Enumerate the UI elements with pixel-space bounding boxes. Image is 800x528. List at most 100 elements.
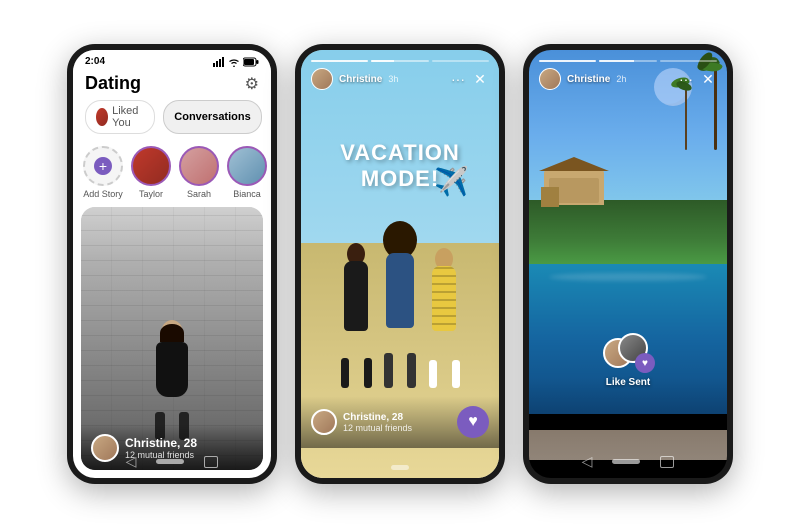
sarah-avatar xyxy=(179,146,219,186)
woman-hair xyxy=(160,324,184,342)
story-footer-2: Christine, 28 12 mutual friends ♥ xyxy=(301,396,499,448)
story-footer-text-2: Christine, 28 12 mutual friends xyxy=(343,412,412,433)
story-time-2: 3h xyxy=(388,74,398,84)
woman-2 xyxy=(379,233,421,388)
tab-conversations[interactable]: Conversations xyxy=(163,100,261,134)
taylor-avatar xyxy=(131,146,171,186)
gear-icon[interactable]: ⚙ xyxy=(245,74,259,94)
heart-icon-3: ♥ xyxy=(642,358,648,369)
woman-3 xyxy=(423,248,465,388)
story-username-3: Christine xyxy=(567,74,610,85)
taylor-label: Taylor xyxy=(139,189,163,199)
bottom-nav-1: ◁ xyxy=(73,453,271,470)
phone-3: Christine 2h ··· ✕ xyxy=(523,44,733,484)
add-story-label: Add Story xyxy=(83,189,123,199)
more-icon-3[interactable]: ··· xyxy=(679,71,693,87)
like-sent-label: Like Sent xyxy=(606,377,650,388)
vacation-text: VACATION MODE! xyxy=(301,140,499,192)
green-band-3 xyxy=(529,200,727,264)
progress-fill xyxy=(371,60,394,62)
story-footer-name-2: Christine, 28 xyxy=(343,412,412,423)
profile-card[interactable]: Christine, 28 12 mutual friends xyxy=(81,207,263,470)
recent-btn-3[interactable] xyxy=(660,456,674,468)
phone-3-screen: Christine 2h ··· ✕ xyxy=(529,50,727,478)
stories-row: + Add Story Taylor Sarah Bianca xyxy=(73,142,271,207)
app-header: Dating ⚙ xyxy=(73,69,271,100)
story-user-avatar-2 xyxy=(311,68,333,90)
status-bar-1: 2:04 xyxy=(73,50,271,69)
heart-button-2[interactable]: ♥ xyxy=(457,406,489,438)
like-sent-avatars: ♥ xyxy=(603,333,653,373)
bottom-nav-3: ◁ xyxy=(529,453,727,470)
story-fullscreen-3: Christine 2h ··· ✕ xyxy=(529,50,727,478)
heart-icon-2: ♥ xyxy=(468,413,478,431)
battery-icon xyxy=(243,57,259,67)
story-time-3: 2h xyxy=(616,74,626,84)
woman-body xyxy=(156,342,188,397)
like-sent-container: ♥ Like Sent xyxy=(603,333,653,388)
phone-1: 2:04 xyxy=(67,44,277,484)
liked-you-avatar xyxy=(96,108,108,126)
close-icon-3[interactable]: ✕ xyxy=(699,70,717,88)
bianca-avatar xyxy=(227,146,267,186)
story-bianca[interactable]: Bianca xyxy=(227,146,267,199)
home-btn-1[interactable] xyxy=(156,459,184,464)
like-heart-icon: ♥ xyxy=(635,353,655,373)
recent-btn-1[interactable] xyxy=(204,456,218,468)
sarah-label: Sarah xyxy=(187,189,211,199)
phone-1-screen: 2:04 xyxy=(73,50,271,478)
progress-bar-3-2 xyxy=(599,60,656,62)
phone-2: VACATION MODE! ✈️ Christine xyxy=(295,44,505,484)
back-btn-3[interactable]: ◁ xyxy=(582,453,593,470)
progress-bar-3-3 xyxy=(660,60,717,62)
story-header-2: Christine 3h ··· ✕ xyxy=(301,50,499,90)
bianca-label: Bianca xyxy=(233,189,261,199)
story-user-avatar-3 xyxy=(539,68,561,90)
bottom-nav-2 xyxy=(301,465,499,470)
card-name: Christine, 28 xyxy=(125,436,197,450)
add-story-avatar: + xyxy=(83,146,123,186)
add-plus-icon: + xyxy=(94,157,112,175)
story-sarah[interactable]: Sarah xyxy=(179,146,219,199)
tabs-row: Liked You Conversations xyxy=(73,100,271,142)
story-progress-2 xyxy=(311,60,489,62)
progress-bar-1 xyxy=(311,60,368,62)
tab-liked-you[interactable]: Liked You xyxy=(85,100,155,134)
story-fullscreen-2: VACATION MODE! ✈️ Christine xyxy=(301,50,499,478)
pool-shimmer xyxy=(549,273,707,281)
app-title: Dating xyxy=(85,73,141,94)
story-footer-avatar-2 xyxy=(311,409,337,435)
progress-fill-3 xyxy=(599,60,633,62)
woman-silhouette xyxy=(147,320,197,420)
story-user-left-2: Christine 3h xyxy=(311,68,398,90)
story-actions-2: ··· ✕ xyxy=(451,70,489,88)
progress-bar-2 xyxy=(371,60,428,62)
status-time: 2:04 xyxy=(85,56,105,67)
phone-2-screen: VACATION MODE! ✈️ Christine xyxy=(301,50,499,478)
story-progress-3 xyxy=(539,60,717,62)
back-btn-1[interactable]: ◁ xyxy=(126,453,137,470)
story-taylor[interactable]: Taylor xyxy=(131,146,171,199)
wifi-icon xyxy=(228,57,240,67)
close-icon-2[interactable]: ✕ xyxy=(471,70,489,88)
profile-card-image: Christine, 28 12 mutual friends xyxy=(81,207,263,470)
story-header-3: Christine 2h ··· ✕ xyxy=(529,50,727,90)
more-icon-2[interactable]: ··· xyxy=(451,71,465,87)
progress-bar-3 xyxy=(432,60,489,62)
signal-icon xyxy=(213,57,225,67)
story-username-2: Christine xyxy=(339,74,382,85)
home-pill-2 xyxy=(391,465,409,470)
story-add[interactable]: + Add Story xyxy=(83,146,123,199)
woman-1 xyxy=(335,243,377,388)
plane-emoji: ✈️ xyxy=(434,165,469,198)
progress-bar-3-1 xyxy=(539,60,596,62)
status-icons xyxy=(213,57,259,67)
story-user-row-3: Christine 2h ··· ✕ xyxy=(539,68,717,90)
building-3 xyxy=(541,187,559,207)
story-footer-info-2: Christine, 28 12 mutual friends xyxy=(311,409,412,435)
story-user-left-3: Christine 2h xyxy=(539,68,626,90)
story-actions-3: ··· ✕ xyxy=(679,70,717,88)
scene: 2:04 xyxy=(0,0,800,528)
story-user-row-2: Christine 3h ··· ✕ xyxy=(311,68,489,90)
story-footer-mutual-2: 12 mutual friends xyxy=(343,423,412,433)
